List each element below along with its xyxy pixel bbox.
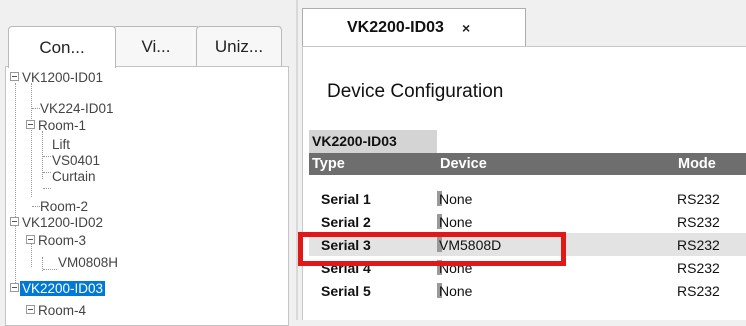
- tree-node[interactable]: VK1200-ID01: [10, 70, 103, 85]
- tree-node-label: Room-3: [38, 233, 87, 248]
- close-icon[interactable]: ×: [462, 20, 470, 36]
- tree-node[interactable]: Lift: [52, 137, 70, 152]
- tree-node[interactable]: VS0401: [52, 153, 100, 168]
- table-row[interactable]: Serial 2 None RS232: [309, 210, 746, 233]
- type-cell: Serial 5: [321, 283, 371, 299]
- document-tab[interactable]: VK2200-ID03 ×: [302, 8, 526, 46]
- device-cell[interactable]: VM5808D: [439, 233, 501, 257]
- collapse-icon[interactable]: [26, 235, 35, 244]
- table-row[interactable]: Serial 1 None RS232: [309, 187, 746, 210]
- device-cell[interactable]: None: [439, 279, 472, 303]
- mode-cell[interactable]: RS232: [677, 256, 720, 280]
- tree-node[interactable]: VK1200-ID02: [10, 215, 103, 230]
- tab-label: Vi...: [141, 36, 171, 56]
- left-panel: Con... Vi... Uniz... VK1200-ID01 VK224-I…: [0, 0, 296, 326]
- tree-line: [43, 172, 51, 173]
- tree-node[interactable]: Curtain: [52, 169, 96, 184]
- table-row[interactable]: Serial 5 None RS232: [309, 279, 746, 302]
- tree-node-label: VK2200-ID03: [20, 281, 106, 296]
- device-cell[interactable]: None: [439, 256, 472, 280]
- tree-node[interactable]: Room-2: [40, 199, 88, 214]
- column-header-type: Type: [312, 156, 345, 172]
- table-row-highlighted[interactable]: Serial 3 VM5808D RS232: [309, 233, 746, 256]
- tree-node[interactable]: VM0808H: [58, 255, 118, 270]
- mode-cell[interactable]: RS232: [677, 279, 720, 303]
- tree-line: [43, 156, 51, 157]
- type-cell: Serial 3: [321, 237, 371, 253]
- collapse-icon[interactable]: [26, 305, 35, 314]
- tree-node[interactable]: Room-3: [26, 233, 86, 248]
- tree-node-label: VK1200-ID02: [22, 215, 104, 230]
- tree-line: [32, 108, 40, 109]
- table-row[interactable]: Serial 4 None RS232: [309, 256, 746, 279]
- tree-node-label: VS0401: [52, 153, 101, 168]
- collapse-icon[interactable]: [10, 217, 19, 226]
- device-cell[interactable]: None: [439, 210, 472, 234]
- tree-node[interactable]: Room-1: [26, 118, 86, 133]
- tree-node-label: VK224-ID01: [40, 101, 114, 116]
- tree-node-label: VK1200-ID01: [22, 70, 104, 85]
- device-tree[interactable]: VK1200-ID01 VK224-ID01 Room-1 Lift VS040…: [5, 66, 289, 326]
- tree-node-label: Curtain: [52, 169, 96, 184]
- tree-node-label: VM0808H: [58, 255, 119, 270]
- tab-label: Uniz...: [214, 36, 264, 56]
- type-cell: Serial 4: [321, 260, 371, 276]
- document-tab-title: VK2200-ID03: [347, 18, 444, 36]
- mode-cell[interactable]: RS232: [677, 233, 720, 257]
- column-header-device: Device: [440, 156, 487, 172]
- tree-node-label: Room-2: [40, 199, 89, 214]
- mode-cell[interactable]: RS232: [677, 187, 720, 211]
- tab-unizone[interactable]: Uniz...: [196, 26, 282, 66]
- tree-line: [15, 83, 16, 291]
- device-configuration-panel: Device Configuration VK2200-ID03 Type De…: [302, 46, 746, 320]
- tab-view[interactable]: Vi...: [112, 26, 200, 66]
- right-panel: VK2200-ID03 × Device Configuration VK220…: [298, 0, 746, 320]
- table-caption: VK2200-ID03: [309, 130, 437, 153]
- page-title: Device Configuration: [327, 81, 504, 102]
- collapse-icon[interactable]: [10, 283, 19, 292]
- mode-cell[interactable]: RS232: [677, 210, 720, 234]
- tree-node-label: Room-4: [38, 303, 87, 318]
- type-cell: Serial 2: [321, 214, 371, 230]
- tree-node-label: Room-1: [38, 118, 87, 133]
- collapse-icon[interactable]: [26, 120, 35, 129]
- tree-node[interactable]: VK224-ID01: [40, 101, 114, 116]
- table-header: Type Device Mode: [309, 153, 746, 175]
- tree-node-label: Lift: [52, 137, 71, 152]
- tree-line: [43, 188, 51, 189]
- tab-connections[interactable]: Con...: [8, 26, 116, 68]
- type-cell: Serial 1: [321, 191, 371, 207]
- tab-label: Con...: [39, 37, 85, 57]
- device-cell[interactable]: None: [439, 187, 472, 211]
- tree-line: [31, 83, 32, 197]
- collapse-icon[interactable]: [10, 72, 19, 81]
- tree-line: [32, 206, 40, 207]
- column-header-mode: Mode: [678, 156, 716, 172]
- tree-node-selected[interactable]: VK2200-ID03: [10, 281, 106, 296]
- tree-node[interactable]: Room-4: [26, 303, 86, 318]
- tree-line: [43, 269, 57, 270]
